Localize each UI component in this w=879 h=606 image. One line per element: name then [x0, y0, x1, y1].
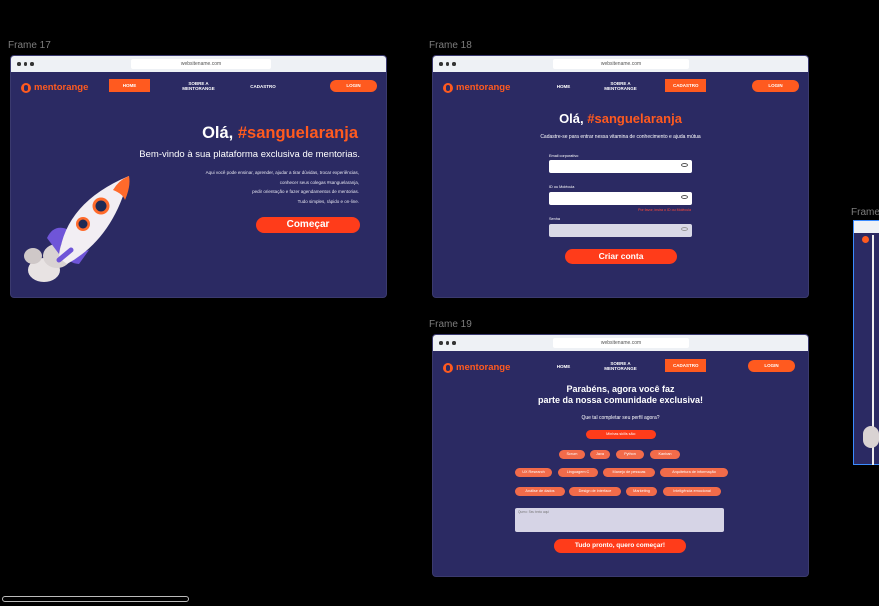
rocket-illustration — [24, 176, 130, 282]
url-bar[interactable]: websitename.com — [131, 59, 271, 69]
nav-home[interactable]: HOME — [551, 364, 576, 369]
hero-greeting: Olá, — [202, 124, 234, 142]
browser-bar — [854, 221, 879, 233]
brand-name: mentorange — [456, 82, 511, 93]
window-dots-icon — [439, 341, 456, 345]
eye-icon[interactable] — [681, 227, 688, 231]
skill-chip[interactable]: Análise de dados — [515, 487, 565, 496]
frame-17-label: Frame 17 — [8, 40, 51, 51]
rocket-smoke — [863, 426, 879, 448]
frame-19-label: Frame 19 — [429, 319, 472, 330]
rocket-logo-icon — [21, 82, 31, 93]
skill-chip[interactable]: Linguagem C — [558, 468, 598, 477]
hero-hashtag: #sanguelaranja — [237, 124, 358, 142]
rocket-logo-icon — [443, 82, 453, 93]
create-account-button[interactable]: Criar conta — [565, 249, 677, 264]
nav-home[interactable]: HOME — [551, 84, 576, 89]
nav-home[interactable]: HOME — [109, 79, 150, 92]
browser-bar: websitename.com — [433, 56, 808, 72]
welcome-title-line2: parte da nossa comunidade exclusiva! — [537, 395, 704, 405]
signup-hashtag: #sanguelaranja — [587, 111, 682, 126]
id-label: ID ou Molécula — [549, 185, 575, 189]
nav-signup[interactable]: CADASTRO — [243, 84, 283, 89]
eye-icon[interactable] — [681, 195, 688, 199]
email-field[interactable] — [549, 160, 692, 173]
login-button[interactable]: LOGIN — [748, 360, 795, 372]
skill-chip[interactable]: Marketing — [626, 487, 657, 496]
frame-18-label: Frame 18 — [429, 40, 472, 51]
skill-chip[interactable]: Arquitetura de informação — [660, 468, 728, 477]
password-field[interactable] — [549, 224, 692, 237]
nav-about[interactable]: SOBRE A MENTORANGE — [598, 361, 643, 371]
skill-chip[interactable]: Kanban — [650, 450, 680, 459]
window-dots-icon — [439, 62, 456, 66]
id-field[interactable] — [549, 192, 692, 205]
id-error-message: Por favor, insira o ID ou Molécula — [638, 208, 691, 212]
skills-button[interactable]: Minhas skills são: — [586, 430, 656, 439]
welcome-title: Parabéns, agora você faz parte da nossa … — [433, 384, 808, 406]
profile-textarea[interactable]: Quero: Seu texto aqui — [515, 508, 724, 532]
window-dots-icon — [17, 62, 34, 66]
brand-name: mentorange — [456, 362, 511, 373]
frame-20-partial[interactable] — [853, 220, 879, 465]
hero-body-line: pedir orientação e fazer agendamentos de… — [252, 189, 359, 194]
nav-about-line2: MENTORANGE — [604, 366, 637, 371]
skill-chip[interactable]: Java — [590, 450, 610, 459]
browser-bar: websitename.com — [433, 335, 808, 351]
signup-subtitle: Cadastre-se para entrar nessa vitamina d… — [540, 134, 701, 140]
url-bar[interactable]: websitename.com — [553, 338, 689, 348]
frame-17-landing[interactable]: websitename.com mentorange HOME SOBRE A … — [10, 55, 387, 298]
frame-19-welcome[interactable]: websitename.com mentorange HOME SOBRE A … — [432, 334, 809, 577]
password-label: Senha — [549, 217, 560, 221]
nav-signup[interactable]: CADASTRO — [665, 79, 706, 92]
brand-logo[interactable]: mentorange — [443, 82, 510, 93]
hero-subtitle: Bem-vindo à sua plataforma exclusiva de … — [139, 149, 360, 160]
brand-name: mentorange — [34, 82, 89, 93]
welcome-title-line1: Parabéns, agora você faz — [566, 384, 675, 394]
hero-body-line: conhecer seus colegas #sanguelaranja, — [279, 179, 359, 185]
nav-about[interactable]: SOBRE A MENTORANGE — [598, 81, 643, 91]
login-button[interactable]: LOGIN — [330, 80, 377, 92]
hero-title: Olá, #sanguelaranja — [202, 124, 358, 143]
signup-title: Olá, #sanguelaranja — [433, 111, 808, 126]
eye-icon[interactable] — [681, 163, 688, 167]
brand-logo[interactable]: mentorange — [21, 82, 88, 93]
skill-chip[interactable]: Inteligência emocional — [663, 487, 721, 496]
login-button[interactable]: LOGIN — [752, 80, 799, 92]
frame-18-signup[interactable]: websitename.com mentorange HOME SOBRE A … — [432, 55, 809, 298]
skill-chip[interactable]: Manejo de pessoas — [603, 468, 655, 477]
nav-about-line2: MENTORANGE — [182, 86, 215, 91]
email-label: Email corporativo — [549, 154, 579, 158]
brand-logo[interactable]: mentorange — [443, 362, 510, 373]
start-button[interactable]: Começar — [256, 217, 360, 233]
nav-about-line2: MENTORANGE — [604, 86, 637, 91]
nav-about[interactable]: SOBRE A MENTORANGE — [176, 81, 221, 91]
hero-body: Aqui você pode ensinar, aprender, ajudar… — [206, 168, 359, 206]
skill-chip[interactable]: Design de interface — [569, 487, 621, 496]
nav-signup[interactable]: CADASTRO — [665, 359, 706, 372]
skill-chip[interactable]: UX Research — [515, 468, 552, 477]
url-bar[interactable]: websitename.com — [553, 59, 689, 69]
welcome-question: Que tal completar seu perfil agora? — [581, 415, 660, 421]
rocket-logo-icon — [862, 236, 869, 243]
ready-start-button[interactable]: Tudo pronto, quero começar! — [554, 539, 686, 553]
signup-greeting: Olá, — [559, 111, 584, 126]
skill-chip[interactable]: Python — [616, 450, 644, 459]
hero-body-line: Tudo simples, rápido e on-line. — [297, 198, 359, 204]
skill-chip[interactable]: Scrum — [559, 450, 585, 459]
rocket-logo-icon — [443, 362, 453, 373]
hero-body-line: Aqui você pode ensinar, aprender, ajudar… — [205, 170, 359, 175]
horizontal-scrollbar[interactable] — [2, 596, 189, 602]
frame-20-label: Frame — [851, 207, 879, 218]
browser-bar: websitename.com — [11, 56, 386, 72]
